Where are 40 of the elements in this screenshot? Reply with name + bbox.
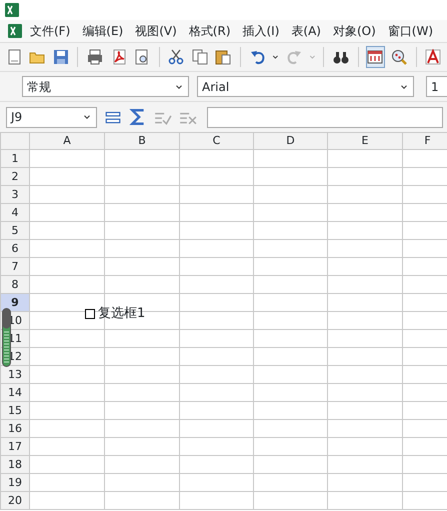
row-header[interactable]: 16 [0, 420, 30, 438]
column-header[interactable]: B [104, 132, 180, 150]
row-header[interactable]: 3 [0, 186, 30, 204]
font-dropdown[interactable]: Arial [197, 76, 414, 97]
menu-item[interactable]: 插入(I) [236, 20, 286, 42]
checkbox-control[interactable]: 复选框1 [85, 304, 146, 324]
font-size-field[interactable]: 1 [426, 76, 447, 97]
row-header[interactable]: 4 [0, 204, 30, 222]
style-dropdown[interactable]: 常规 [22, 76, 189, 97]
menu-item[interactable]: 对象(O) [326, 20, 382, 42]
zoom-100-button[interactable] [366, 46, 386, 68]
row-header[interactable]: 13 [0, 366, 30, 384]
row-header[interactable]: 19 [0, 474, 30, 492]
column-header[interactable]: D [254, 132, 328, 150]
row-header[interactable]: 8 [0, 276, 30, 294]
row-header[interactable]: 6 [0, 240, 30, 258]
column-header[interactable]: A [30, 132, 104, 150]
menu-item[interactable]: 格式(R) [182, 20, 236, 42]
row-header[interactable]: 18 [0, 456, 30, 474]
menu-item[interactable]: 视图(V) [129, 20, 183, 42]
row-header[interactable]: 1 [0, 150, 30, 168]
row-header[interactable]: 20 [0, 492, 30, 510]
row-header[interactable]: 15 [0, 402, 30, 420]
menu-item[interactable]: 表(A) [285, 20, 327, 42]
row-header[interactable]: 14 [0, 384, 30, 402]
row-header[interactable]: 17 [0, 438, 30, 456]
menu-item[interactable]: 编辑(E) [76, 20, 130, 42]
menu-item[interactable]: 窗口(W) [382, 20, 440, 42]
row-header[interactable]: 5 [0, 222, 30, 240]
row-header[interactable]: 2 [0, 168, 30, 186]
app-icon[interactable] [8, 23, 22, 39]
column-header[interactable]: F [402, 132, 447, 150]
column-header[interactable]: C [180, 132, 254, 150]
menu-item[interactable]: 文件(F) [24, 20, 76, 42]
row-header[interactable]: 9 [0, 294, 30, 312]
row-header[interactable]: 7 [0, 258, 30, 276]
name-box[interactable]: J9 [6, 106, 97, 128]
resize-handle[interactable] [2, 308, 11, 367]
formula-input[interactable] [207, 106, 443, 128]
column-header[interactable]: E [328, 132, 402, 150]
